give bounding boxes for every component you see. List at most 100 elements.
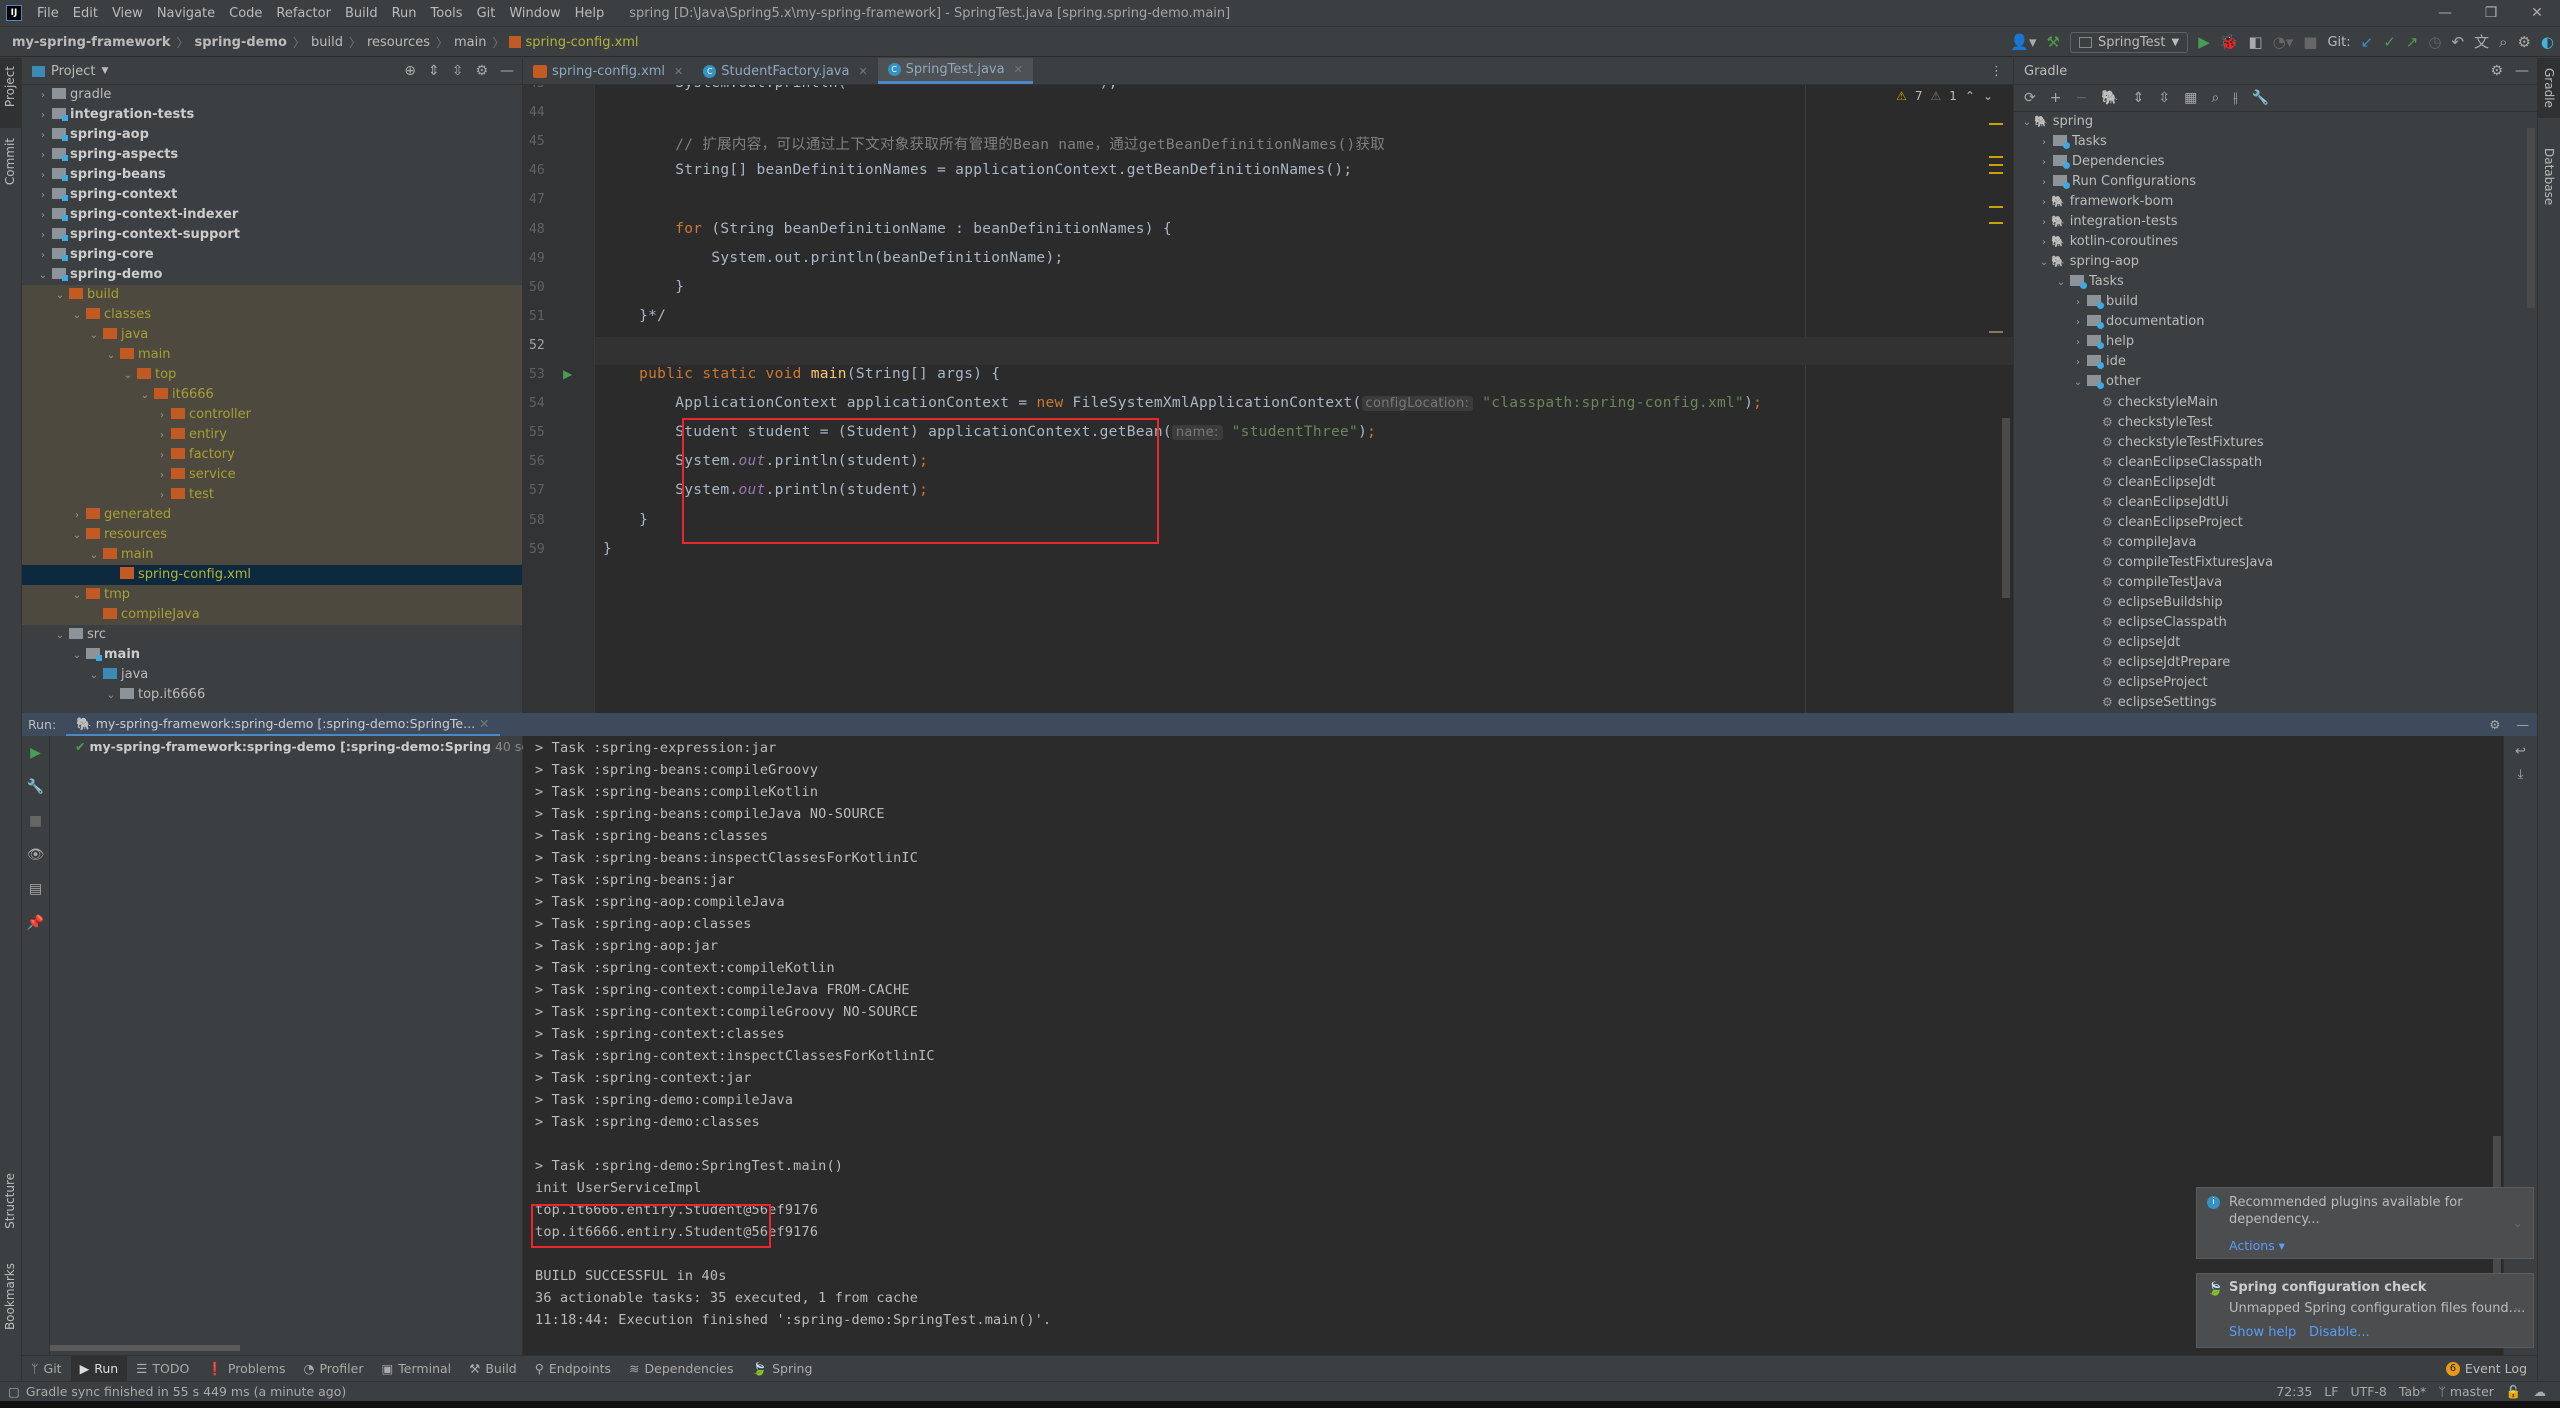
search-icon[interactable]: ⌕ [2499, 28, 2507, 57]
project-tree-item[interactable]: › integration-tests [22, 105, 522, 125]
chevron-down-icon[interactable]: ⌄ [138, 386, 152, 406]
expand-icon[interactable]: ⌄ [2512, 1216, 2523, 1231]
breadcrumb-project[interactable]: my-spring-framework [10, 35, 172, 50]
stop-icon[interactable]: ■ [22, 804, 49, 838]
chevron-right-icon[interactable]: › [2037, 173, 2051, 193]
project-tree-item[interactable]: spring-config.xml [22, 565, 522, 585]
chevron-down-icon[interactable]: ⌄ [53, 286, 67, 306]
wrench-icon[interactable]: 🔧 [22, 770, 49, 804]
breadcrumb-module[interactable]: spring-demo [193, 35, 289, 50]
chevron-down-icon[interactable]: ⌄ [104, 686, 118, 706]
tool-window-todo[interactable]: ☰ TODO [127, 1356, 198, 1382]
project-tree-item[interactable]: › controller [22, 405, 522, 425]
code-line[interactable]: }*/ [603, 308, 666, 324]
inspector-icon[interactable]: ☁ [2534, 1384, 2547, 1400]
menu-edit[interactable]: Edit [66, 6, 105, 21]
project-tree-item[interactable]: › test [22, 485, 522, 505]
chevron-right-icon[interactable]: › [2037, 233, 2051, 253]
collapse-all-icon[interactable]: ⇳ [2158, 90, 2170, 106]
project-tree-item[interactable]: ⌄ src [22, 625, 522, 645]
chevron-right-icon[interactable]: › [2037, 213, 2051, 233]
project-tree-item[interactable]: ⌄ main [22, 345, 522, 365]
error-stripe-mark[interactable] [1989, 164, 2003, 166]
indent-setting[interactable]: Tab* [2399, 1384, 2426, 1400]
hide-icon[interactable]: — [500, 63, 514, 79]
rollback-icon[interactable]: ↶ [2451, 28, 2464, 57]
actions-link[interactable]: Actions ▾ [2229, 1238, 2285, 1253]
error-stripe-mark[interactable] [1989, 123, 2003, 125]
file-encoding[interactable]: UTF-8 [2350, 1384, 2386, 1400]
jetbrains-toolbox-icon[interactable]: ◐ [2541, 28, 2554, 57]
hide-icon[interactable]: — [2515, 63, 2529, 79]
gradle-tree-item[interactable]: ⚙ cleanEclipseJdt [2014, 472, 2537, 492]
search-icon[interactable]: ⌕ [2211, 90, 2219, 106]
code-line[interactable]: String[] beanDefinitionNames = applicati… [603, 162, 1352, 178]
build-hammer-icon[interactable]: ⚒ [2047, 28, 2060, 57]
menu-view[interactable]: View [105, 6, 150, 21]
project-tree-item[interactable]: ⌄ top.it6666 [22, 685, 522, 705]
project-tree-item[interactable]: › service [22, 465, 522, 485]
gradle-tree-item[interactable]: ⌄ 🐘 spring-aop [2014, 252, 2537, 272]
project-tree-item[interactable]: ⌄ java [22, 325, 522, 345]
chevron-right-icon[interactable]: › [36, 246, 50, 266]
project-tree-item[interactable]: › gradle [22, 85, 522, 105]
code-line[interactable]: System.out.println("====================… [603, 85, 1118, 91]
menu-run[interactable]: Run [385, 6, 424, 21]
project-tree-item[interactable]: › spring-context-support [22, 225, 522, 245]
lock-icon[interactable]: 🔓 [2506, 1384, 2522, 1400]
gradle-tree-item[interactable]: › ide [2014, 352, 2537, 372]
gradle-tree-item[interactable]: ⚙ eclipseProject [2014, 672, 2537, 692]
error-stripe-mark[interactable] [1989, 206, 2003, 208]
commit-tool-button[interactable]: Commit [3, 138, 17, 185]
tab-studentfactory-java[interactable]: C StudentFactory.java ✕ [693, 58, 877, 84]
previous-highlight-icon[interactable]: ⌃ [1965, 89, 1975, 103]
database-tool-button[interactable]: Database [2542, 148, 2556, 205]
gradle-tree-item[interactable]: ⚙ eclipseSettings [2014, 692, 2537, 712]
run-tab[interactable]: 🐘 my-spring-framework:spring-demo [:spri… [66, 713, 500, 736]
chevron-right-icon[interactable]: › [155, 446, 169, 466]
chevron-right-icon[interactable]: › [2071, 353, 2085, 373]
translate-icon[interactable]: 文 [2474, 28, 2489, 57]
git-update-icon[interactable]: ↙ [2361, 28, 2374, 57]
gradle-tree-item[interactable]: › Tasks [2014, 132, 2537, 152]
gear-icon[interactable]: ⚙ [475, 63, 488, 79]
chevron-right-icon[interactable]: › [36, 126, 50, 146]
minimize-button[interactable]: — [2422, 0, 2468, 27]
gear-icon[interactable]: ⚙ [2490, 63, 2503, 79]
caret-position[interactable]: 72:35 [2276, 1384, 2312, 1400]
bookmarks-tool-button[interactable]: Bookmarks [3, 1263, 17, 1330]
tab-spring-config-xml[interactable]: spring-config.xml ✕ [523, 58, 693, 84]
code-line[interactable]: } [603, 512, 648, 528]
menu-file[interactable]: File [30, 6, 66, 21]
line-separator[interactable]: LF [2324, 1384, 2338, 1400]
gradle-tree-item[interactable]: › build [2014, 292, 2537, 312]
error-stripe-mark[interactable] [1989, 331, 2003, 333]
code-line[interactable]: for (String beanDefinitionName : beanDef… [603, 221, 1172, 237]
menu-window[interactable]: Window [502, 6, 567, 21]
chevron-down-icon[interactable]: ⌄ [87, 666, 101, 686]
project-tree-item[interactable]: ⌄ main [22, 545, 522, 565]
remove-icon[interactable]: − [2075, 90, 2087, 106]
chevron-down-icon[interactable]: ⌄ [104, 346, 118, 366]
chevron-right-icon[interactable]: › [36, 106, 50, 126]
gradle-tree-item[interactable]: ⌄ other [2014, 372, 2537, 392]
restore-button[interactable]: ❐ [2468, 0, 2514, 27]
run-tree-item[interactable]: ✔ my-spring-framework:spring-demo [:spri… [75, 739, 590, 754]
console-output[interactable]: > Task :spring-expression:jar > Task :spr… [523, 736, 2503, 1355]
gradle-tree-item[interactable]: ⚙ checkstyleMain [2014, 392, 2537, 412]
gradle-tree-item[interactable]: ⚙ compileJava [2014, 532, 2537, 552]
menu-help[interactable]: Help [568, 6, 612, 21]
gradle-tree-item[interactable]: ⚙ checkstyleTest [2014, 412, 2537, 432]
locate-icon[interactable]: ⊕ [404, 63, 416, 79]
horizontal-scrollbar[interactable] [50, 1345, 240, 1351]
hide-icon[interactable]: — [2517, 717, 2530, 732]
tool-window-run[interactable]: ▶ Run [70, 1355, 128, 1382]
project-tree-item[interactable]: › spring-context-indexer [22, 205, 522, 225]
chevron-down-icon[interactable]: ⌄ [53, 626, 67, 646]
chevron-down-icon[interactable]: ⌄ [2037, 253, 2051, 273]
menu-navigate[interactable]: Navigate [150, 6, 222, 21]
menu-refactor[interactable]: Refactor [269, 6, 338, 21]
project-tree-item[interactable]: compileJava [22, 605, 522, 625]
next-highlight-icon[interactable]: ⌄ [1983, 89, 1993, 103]
git-push-icon[interactable]: ↗ [2406, 28, 2419, 57]
